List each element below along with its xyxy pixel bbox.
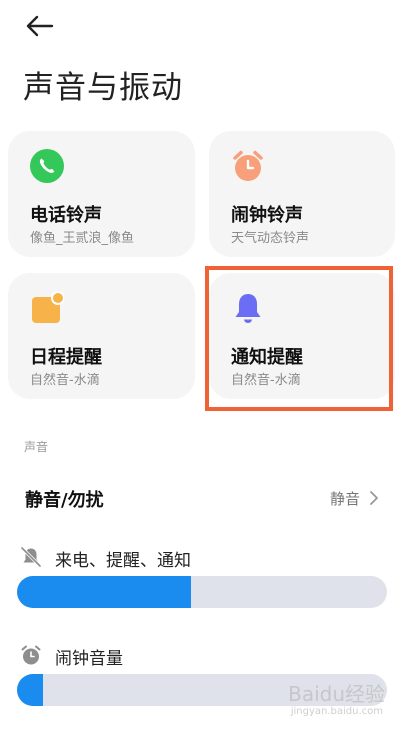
- alarm-ringtone-card[interactable]: 闹钟铃声 天气动态铃声: [209, 131, 395, 257]
- chevron-right-icon: [370, 491, 378, 505]
- phone-icon: [30, 149, 64, 183]
- phone-ringtone-value: 像鱼_王贰浪_像鱼: [30, 231, 135, 246]
- alarm-clock-icon: [21, 645, 41, 665]
- back-arrow-icon[interactable]: [22, 12, 58, 40]
- page-title: 声音与振动: [23, 70, 183, 106]
- alarm-ringtone-title: 闹钟铃声: [231, 205, 303, 226]
- section-label-sound: 声音: [24, 440, 49, 454]
- ring-volume-fill: [17, 576, 191, 608]
- bell-muted-icon: [20, 546, 42, 568]
- ring-volume-label-row: 来电、提醒、通知: [0, 544, 407, 572]
- calendar-reminder-title: 日程提醒: [30, 347, 102, 368]
- mute-dnd-value: 静音: [329, 490, 360, 508]
- ring-volume-label: 来电、提醒、通知: [55, 551, 191, 571]
- alarm-volume-label-row: 闹钟音量: [0, 642, 407, 670]
- watermark: Baidu经验 jingyan.baidu.com: [285, 678, 385, 720]
- alarm-volume-label: 闹钟音量: [55, 649, 123, 669]
- calendar-reminder-card[interactable]: 日程提醒 自然音-水滴: [8, 273, 195, 399]
- highlight-box: [205, 266, 393, 411]
- calendar-icon: [32, 291, 64, 323]
- alarm-clock-icon: [233, 150, 263, 181]
- phone-ringtone-title: 电话铃声: [30, 205, 102, 226]
- mute-dnd-row[interactable]: 静音/勿扰 静音: [0, 474, 407, 520]
- mute-dnd-title: 静音/勿扰: [25, 490, 104, 511]
- watermark-url: jingyan.baidu.com: [290, 706, 383, 717]
- ring-volume-slider[interactable]: [17, 576, 387, 608]
- alarm-ringtone-value: 天气动态铃声: [231, 231, 310, 246]
- calendar-reminder-value: 自然音-水滴: [30, 373, 100, 388]
- alarm-volume-fill: [17, 674, 43, 706]
- phone-ringtone-card[interactable]: 电话铃声 像鱼_王贰浪_像鱼: [8, 131, 195, 257]
- watermark-text: Baidu经验: [288, 682, 385, 706]
